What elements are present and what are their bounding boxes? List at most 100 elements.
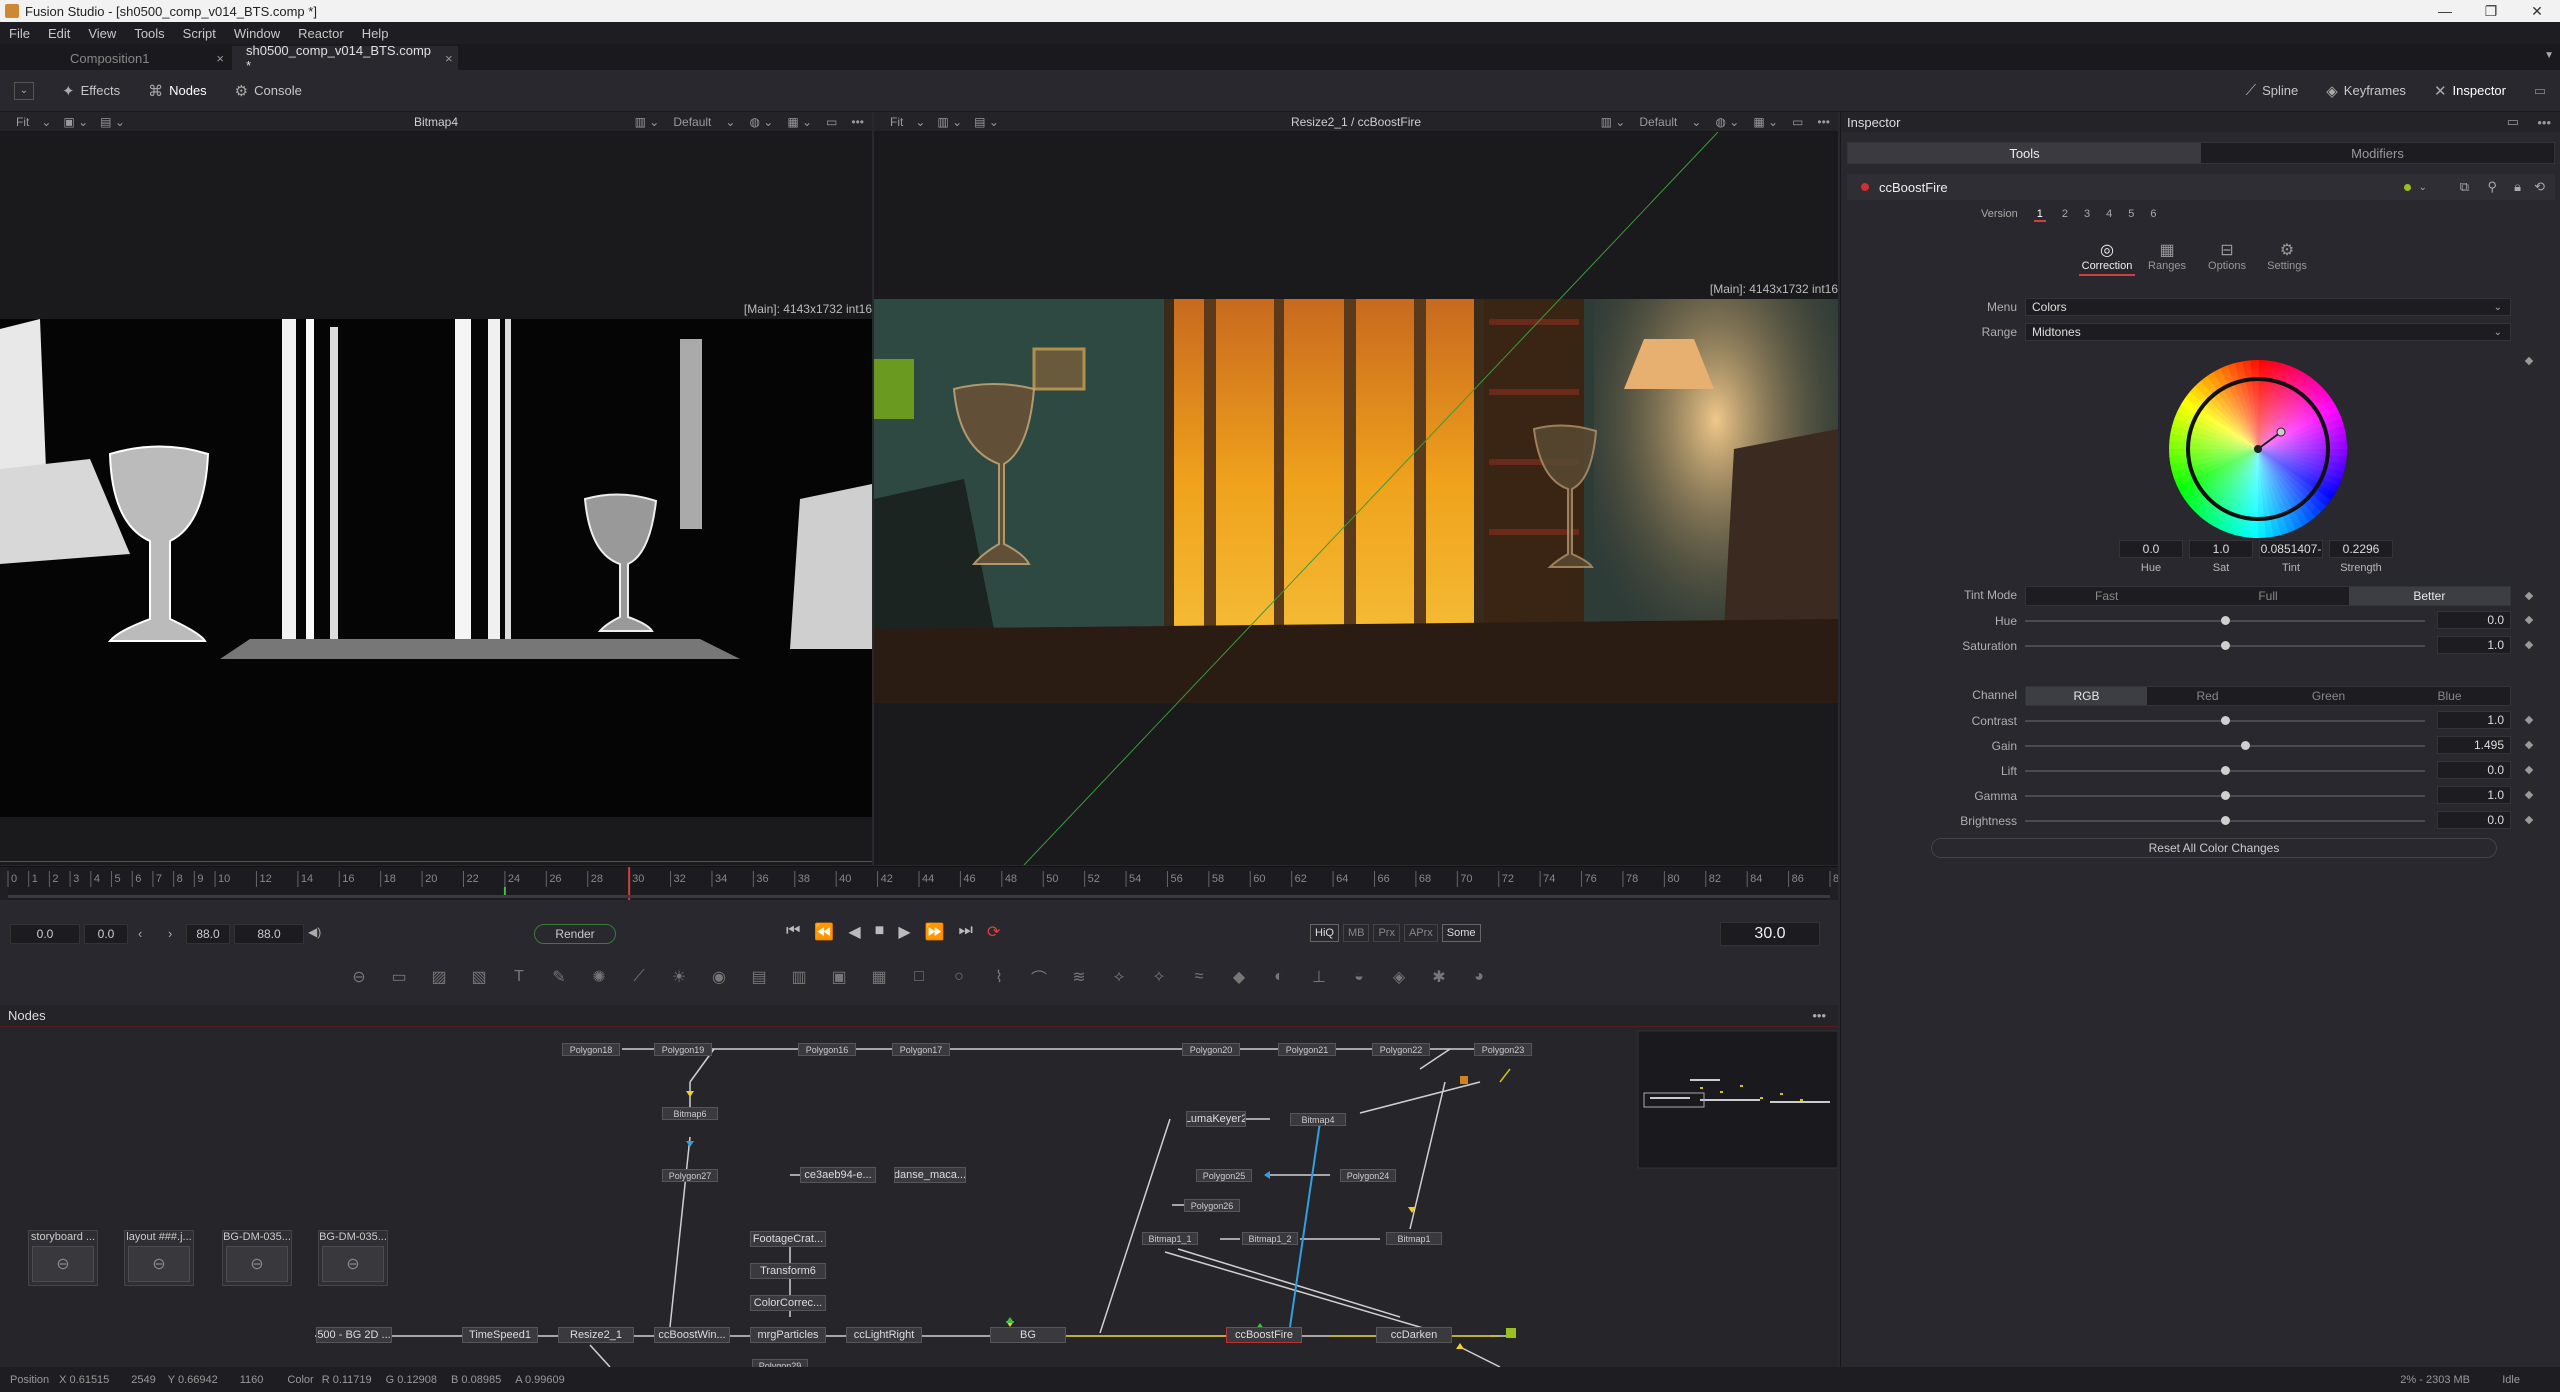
node-polygon29[interactable]: Polygon29 xyxy=(752,1359,808,1367)
current-frame-field[interactable]: 30.0 xyxy=(1720,922,1820,946)
menu-reactor[interactable]: Reactor xyxy=(289,26,353,41)
node-danse-maca[interactable]: danse_maca... xyxy=(894,1167,966,1183)
keyframe-icon[interactable] xyxy=(2524,591,2534,601)
layout-toggle-icon[interactable]: ⌄ xyxy=(14,81,34,100)
keyframe-icon[interactable] xyxy=(2524,356,2534,366)
minimize-button[interactable]: — xyxy=(2422,0,2468,22)
panel-layout-icon[interactable]: ▭ xyxy=(2507,114,2519,130)
lift-slider[interactable] xyxy=(2025,766,2425,775)
viewer-option-icon[interactable]: ▣ ⌄ xyxy=(63,115,88,129)
node-resize2-1[interactable]: Resize2_1 xyxy=(558,1327,634,1343)
stop-icon[interactable]: ■ xyxy=(875,922,885,942)
hue-slider-knob[interactable] xyxy=(2221,616,2230,625)
more-icon[interactable]: ••• xyxy=(1812,1008,1826,1023)
view-icon[interactable]: ⧉ xyxy=(2460,179,2469,195)
node-lumakeyer2[interactable]: LumaKeyer2 xyxy=(1186,1111,1246,1127)
loader-bg-dm-1[interactable]: BG-DM-035... ⊖ xyxy=(222,1230,292,1286)
contrast-slider-knob[interactable] xyxy=(2221,716,2230,725)
particle3d-tool-icon[interactable]: ◕ xyxy=(1459,964,1499,990)
node-bitmap1-1[interactable]: Bitmap1_1 xyxy=(1142,1232,1198,1245)
menu-view[interactable]: View xyxy=(79,26,125,41)
tint-mode-full[interactable]: Full xyxy=(2187,587,2348,605)
resize-tool-icon[interactable]: ▦ xyxy=(859,964,899,990)
loader-layout[interactable]: layout ###.j... ⊖ xyxy=(124,1230,194,1286)
version-6[interactable]: 6 xyxy=(2150,208,2156,222)
lut-dropdown[interactable]: Default xyxy=(1639,115,1677,129)
render-start-field[interactable]: 0.0 xyxy=(84,924,128,944)
tracker-tool-icon[interactable]: ≋ xyxy=(1059,964,1099,990)
hue-slider[interactable] xyxy=(2025,616,2425,625)
left-viewer[interactable]: [Main]: 4143x1732 int16 xyxy=(0,132,872,865)
loader-storyboard[interactable]: storyboard ... ⊖ xyxy=(28,1230,98,1286)
saturation-field[interactable]: 1.0 xyxy=(2437,636,2511,654)
tint-mode-fast[interactable]: Fast xyxy=(2026,587,2187,605)
version-4[interactable]: 4 xyxy=(2106,208,2112,222)
render-end-field[interactable]: 88.0 xyxy=(186,924,230,944)
gain-slider[interactable] xyxy=(2025,741,2425,750)
tab-composition1[interactable]: Composition1 × xyxy=(0,46,232,70)
next-frame-icon[interactable]: › xyxy=(168,926,172,941)
blur-tool-icon[interactable]: ▥ xyxy=(779,964,819,990)
fit-dropdown[interactable]: Fit xyxy=(890,115,903,129)
renderer3d-tool-icon[interactable]: ◈ xyxy=(1379,964,1419,990)
loop-icon[interactable]: ⟳ xyxy=(987,922,1000,942)
brightness-field[interactable]: 0.0 xyxy=(2437,811,2511,829)
version-3[interactable]: 3 xyxy=(2084,208,2090,222)
node-polygon18[interactable]: Polygon18 xyxy=(562,1043,620,1056)
background-tool-icon[interactable]: ⊖ xyxy=(339,964,379,990)
fx-tool-icon[interactable]: ⟋ xyxy=(619,964,659,990)
play-icon[interactable]: ▶ xyxy=(898,922,910,942)
gamma-slider[interactable] xyxy=(2025,791,2425,800)
rewind-icon[interactable]: ⏪ xyxy=(814,922,834,942)
lock-icon[interactable]: 🔒︎ xyxy=(2514,179,2521,195)
sat-wheel-field[interactable]: 1.0 xyxy=(2189,540,2253,558)
node-bg[interactable]: BG xyxy=(990,1327,1066,1343)
node-polygon19[interactable]: Polygon19 xyxy=(654,1043,712,1056)
fit-dropdown[interactable]: Fit xyxy=(16,115,29,129)
tab-modifiers[interactable]: Modifiers xyxy=(2201,143,2554,163)
contrast-slider[interactable] xyxy=(2025,716,2425,725)
channel-tool-icon[interactable]: ▣ xyxy=(819,964,859,990)
tab-sh0500-comp[interactable]: sh0500_comp_v014_BTS.comp * × xyxy=(232,43,458,73)
node-polygon20[interactable]: Polygon20 xyxy=(1182,1043,1240,1056)
gamma-slider-knob[interactable] xyxy=(2221,791,2230,800)
node-bitmap4[interactable]: Bitmap4 xyxy=(1290,1113,1346,1126)
chevron-down-icon[interactable]: ⌄ xyxy=(2419,182,2427,193)
brightness-tool-icon[interactable]: ☀ xyxy=(659,964,699,990)
particle-tool-icon[interactable]: ✺ xyxy=(579,964,619,990)
camera3d-tool-icon[interactable]: ◐ xyxy=(1259,964,1299,990)
node-polygon23[interactable]: Polygon23 xyxy=(1474,1043,1532,1056)
gain-slider-knob[interactable] xyxy=(2241,741,2250,750)
node-polygon24[interactable]: Polygon24 xyxy=(1340,1169,1396,1182)
console-button[interactable]: ⚙ Console xyxy=(221,70,316,112)
chevron-down-icon[interactable]: ⌄ xyxy=(915,115,925,129)
matte-tool-icon[interactable]: ▤ xyxy=(739,964,779,990)
strength-wheel-field[interactable]: 0.2296 xyxy=(2329,540,2393,558)
lift-field[interactable]: 0.0 xyxy=(2437,761,2511,779)
keyframe-icon[interactable] xyxy=(2524,815,2534,825)
menu-window[interactable]: Window xyxy=(225,26,289,41)
menu-file[interactable]: File xyxy=(0,26,39,41)
menu-tools[interactable]: Tools xyxy=(125,26,173,41)
paint-tool-icon[interactable]: ✎ xyxy=(539,964,579,990)
tab-close-icon[interactable]: × xyxy=(445,51,453,66)
tab-tools[interactable]: Tools xyxy=(1848,143,2201,163)
rectangle-mask-icon[interactable]: □ xyxy=(899,964,939,990)
keyframe-icon[interactable] xyxy=(2524,640,2534,650)
channel-icon[interactable]: ▥ ⌄ xyxy=(1601,115,1626,129)
hue-field[interactable]: 0.0 xyxy=(2437,611,2511,629)
node-polygon26[interactable]: Polygon26 xyxy=(1184,1199,1240,1212)
channel-rgb[interactable]: RGB xyxy=(2026,687,2147,705)
render-button[interactable]: Render xyxy=(534,924,616,944)
gamma-field[interactable]: 1.0 xyxy=(2437,786,2511,804)
tint-wheel-field[interactable]: 0.0851407- xyxy=(2259,540,2323,558)
channel-red[interactable]: Red xyxy=(2147,687,2268,705)
version-2[interactable]: 2 xyxy=(2062,208,2068,222)
brightness-slider[interactable] xyxy=(2025,816,2425,825)
node-ccboostfire[interactable]: ccBoostFire xyxy=(1226,1327,1302,1343)
loader-bg-dm-2[interactable]: BG-DM-035... ⊖ xyxy=(318,1230,388,1286)
polygon-mask-icon[interactable]: ⌇ xyxy=(979,964,1019,990)
node-cclightright[interactable]: ccLightRight xyxy=(846,1327,922,1343)
node-graph[interactable]: Polygon18 Polygon19 Polygon16 Polygon17 … xyxy=(0,1027,1838,1367)
effects-button[interactable]: ✦ Effects xyxy=(48,70,134,112)
